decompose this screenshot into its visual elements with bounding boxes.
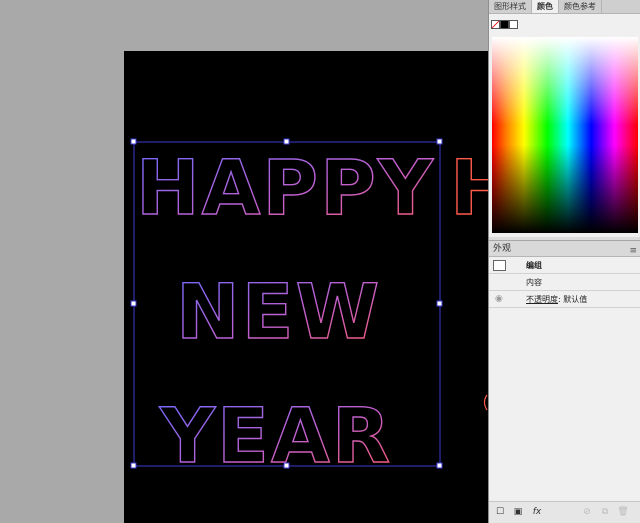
text-fragment-right-lower (483, 394, 488, 411)
handle-middle-left[interactable] (130, 300, 137, 307)
canvas-workspace[interactable]: HAPPY NEW YEAR H (0, 0, 488, 523)
appearance-panel-header: 外观 ≡ (489, 241, 640, 257)
handle-top-center[interactable] (283, 138, 290, 145)
group-label: 编组 (526, 261, 542, 270)
appearance-panel: 外观 ≡ 编组 内容 ◉ 不透明度: 默认值 ☐ ▣ fx ⊘ ⧉ 🗑 (489, 240, 640, 523)
appearance-row-contents[interactable]: 内容 (489, 274, 640, 291)
appearance-panel-title: 外观 (493, 244, 512, 254)
delete-item-icon[interactable]: 🗑 (617, 506, 629, 518)
visibility-eye-icon[interactable]: ◉ (495, 291, 503, 308)
add-effect-icon[interactable]: fx (531, 506, 543, 518)
duplicate-item-icon[interactable]: ⧉ (599, 506, 611, 518)
opacity-value: 默认值 (563, 295, 588, 304)
text-line-new[interactable]: NEW (175, 266, 381, 356)
white-swatch[interactable] (509, 20, 518, 29)
text-line-year[interactable]: YEAR (158, 390, 392, 480)
color-panel: 图形样式 颜色 颜色参考 (489, 0, 640, 237)
clear-appearance-icon[interactable]: ⊘ (581, 506, 593, 518)
appearance-toolbar: ☐ ▣ fx ⊘ ⧉ 🗑 (489, 501, 640, 523)
black-swatch[interactable] (500, 20, 509, 29)
opacity-link[interactable]: 不透明度 (526, 295, 558, 304)
appearance-row-group[interactable]: 编组 (489, 257, 640, 274)
handle-middle-right[interactable] (436, 300, 443, 307)
tab-graphic-styles[interactable]: 图形样式 (489, 0, 532, 13)
artwork-layer[interactable]: HAPPY NEW YEAR H (0, 0, 488, 523)
tab-color[interactable]: 颜色 (532, 0, 559, 13)
tab-color-guide[interactable]: 颜色参考 (559, 0, 602, 13)
add-stroke-icon[interactable]: ☐ (494, 506, 506, 518)
contents-label: 内容 (526, 278, 542, 287)
color-spectrum-picker[interactable] (492, 37, 638, 233)
add-fill-icon[interactable]: ▣ (512, 506, 524, 518)
fill-stroke-swatches (491, 20, 518, 30)
text-fragment-right[interactable]: H (449, 142, 488, 232)
handle-bottom-center[interactable] (283, 462, 290, 469)
handle-top-right[interactable] (436, 138, 443, 145)
text-line-happy[interactable]: HAPPY (135, 142, 435, 232)
panel-dock: 图形样式 颜色 颜色参考 外观 ≡ 编组 内容 ◉ 不透明度: 默认值 ☐ ▣ … (488, 0, 640, 523)
handle-bottom-left[interactable] (130, 462, 137, 469)
color-panel-tabs: 图形样式 颜色 颜色参考 (489, 0, 640, 14)
appearance-row-opacity[interactable]: ◉ 不透明度: 默认值 (489, 291, 640, 308)
handle-top-left[interactable] (130, 138, 137, 145)
group-thumbnail (493, 260, 506, 271)
none-swatch-icon[interactable] (491, 20, 500, 29)
handle-bottom-right[interactable] (436, 462, 443, 469)
